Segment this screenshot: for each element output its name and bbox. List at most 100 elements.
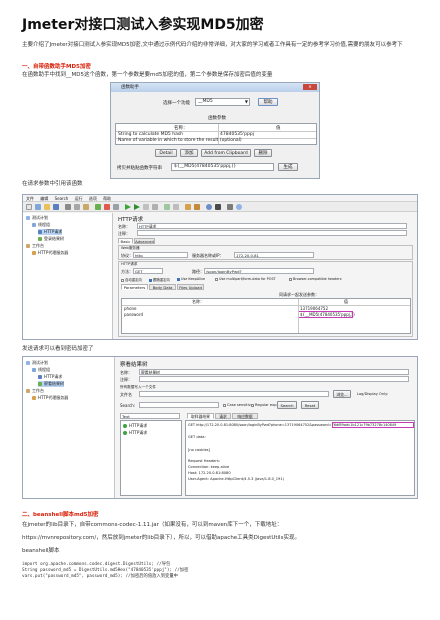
help-button[interactable]: 帮助 — [258, 98, 278, 106]
close-icon[interactable]: ✕ — [303, 84, 317, 90]
clear-all-icon[interactable] — [194, 204, 200, 210]
sample-item[interactable]: HTTP请求 — [123, 423, 147, 429]
reset-button[interactable]: Reset — [301, 401, 319, 409]
params-table: 名称： 值 phone 13719064752 password ${__MD5… — [121, 298, 411, 334]
remote-stop-icon[interactable] — [173, 204, 179, 210]
detail-line: User-Agent: Apache-HttpClient/4.5.3 (Jav… — [188, 477, 284, 481]
results-test-plan-tree: 测试计划 线程组 HTTP请求 察看结果树 工作台 HTTP代理服务器 — [23, 357, 115, 498]
tree-node-thread-group[interactable]: 线程组 — [32, 222, 50, 228]
help-icon[interactable] — [236, 204, 242, 210]
add-button[interactable]: 添加 — [180, 149, 198, 157]
toggle-icon[interactable] — [113, 204, 119, 210]
results-comment-input[interactable] — [139, 376, 409, 382]
option-multipart[interactable]: Use multipart/form-data for POST — [215, 277, 276, 281]
cut-icon[interactable] — [65, 204, 71, 210]
search-input[interactable] — [139, 402, 219, 408]
tab-body-data[interactable]: Body Data — [149, 284, 176, 290]
menu-options[interactable]: 选项 — [89, 196, 97, 201]
menu-search[interactable]: Search — [55, 196, 69, 201]
tree-node-proxy[interactable]: HTTP代理服务器 — [32, 250, 68, 256]
search-icon[interactable] — [206, 204, 212, 210]
after-shot1-text: 在请求参数中引用该函数 — [22, 181, 83, 187]
delete-button[interactable]: 删除 — [254, 149, 272, 157]
tab-basic[interactable]: Basic — [118, 238, 133, 244]
add-from-clipboard-button[interactable]: Add from Clipboard — [201, 149, 251, 157]
detail-button[interactable]: Detail — [155, 149, 177, 157]
param-row2-name[interactable]: password — [124, 312, 143, 317]
tab-advanced[interactable]: Advanced — [134, 238, 155, 244]
path-input[interactable]: /soon/loginByPwd? — [204, 268, 314, 274]
search-label: Search: — [120, 403, 136, 408]
start-no-pause-icon[interactable] — [134, 204, 140, 210]
tree-node-login-result[interactable]: 登录结果树 — [38, 236, 64, 242]
param-row1-name: String to calculate MD5 hash — [118, 132, 184, 137]
comment-input[interactable] — [137, 230, 407, 236]
tab-request[interactable]: 请求 — [215, 413, 231, 419]
menu-run[interactable]: 运行 — [75, 196, 83, 201]
remote-start-icon[interactable] — [164, 204, 170, 210]
menu-edit[interactable]: 编辑 — [40, 196, 48, 201]
browse-button[interactable]: 浏览... — [333, 390, 351, 398]
result-field[interactable]: ${__MD5(47840535'pppj,)} — [171, 163, 274, 171]
tree-node-workbench[interactable]: 工作台 — [26, 243, 44, 249]
option-browser-headers[interactable]: Browser-compatible headers — [289, 277, 341, 281]
detail-line: GET data: — [188, 435, 206, 439]
option-keepalive[interactable]: Use KeepAlive — [177, 277, 205, 281]
highlight-box — [298, 311, 353, 318]
new-icon[interactable] — [26, 204, 32, 210]
detail-line: Host: 172.20.0.81:8080 — [188, 471, 231, 475]
params-label: 函数参数 — [208, 116, 226, 121]
detail-line: Connection: keep-alive — [188, 465, 230, 469]
rtree-node-http-request[interactable]: HTTP请求 — [38, 374, 62, 380]
menu-file[interactable]: 文件 — [26, 196, 34, 201]
param-row1-name[interactable]: phone — [124, 306, 137, 311]
rtree-node-thread-group[interactable]: 线程组 — [32, 367, 50, 373]
name-input[interactable]: HTTP请求 — [137, 223, 407, 229]
http-request-group: HTTP请求 方法： GET 路径： /soon/loginByPwd? 自动重… — [118, 261, 413, 337]
rtree-node-workbench[interactable]: 工作台 — [26, 388, 44, 394]
function-select[interactable]: __MD5 ▼ — [195, 98, 250, 106]
server-input[interactable]: 172.20.0.81 — [234, 252, 314, 258]
stop-icon[interactable] — [143, 204, 149, 210]
option-follow-redirects[interactable]: 跟随重定向 — [149, 277, 170, 282]
rtree-node-proxy[interactable]: HTTP代理服务器 — [32, 395, 68, 401]
toolbar — [23, 202, 417, 212]
regex-checkbox[interactable]: Regular exp. — [251, 403, 278, 407]
search-button[interactable]: Search — [277, 401, 297, 409]
save-icon[interactable] — [53, 204, 59, 210]
option-redirect-auto[interactable]: 自动重定向 — [121, 277, 142, 282]
shutdown-icon[interactable] — [152, 204, 158, 210]
start-icon[interactable] — [125, 204, 131, 210]
tab-files-upload[interactable]: Files Upload — [177, 284, 204, 290]
rtree-node-test-plan[interactable]: 测试计划 — [26, 360, 48, 366]
sample-item[interactable]: HTTP请求 — [123, 430, 147, 436]
rtree-node-view-results[interactable]: 察看结果树 — [38, 381, 64, 387]
template-icon[interactable] — [35, 204, 41, 210]
request-detail: GET http://172.20.0.81:8080/soon/loginBy… — [185, 420, 415, 496]
method-select[interactable]: GET — [133, 268, 163, 274]
tab-parameters[interactable]: Parameters — [121, 284, 148, 290]
clear-icon[interactable] — [185, 204, 191, 210]
param-row2-name: Name of variable in which to store the r… — [118, 138, 242, 143]
log-label: Log/Display Only: — [357, 392, 389, 396]
sample-list: HTTP请求 HTTP请求 — [120, 420, 182, 496]
param-row1-value[interactable]: 47840535'pppj — [220, 132, 254, 137]
collapse-icon[interactable] — [104, 204, 110, 210]
reset-search-icon[interactable] — [215, 204, 221, 210]
menu-help[interactable]: 帮助 — [103, 196, 111, 201]
copy-icon[interactable] — [74, 204, 80, 210]
tree-node-http-request[interactable]: HTTP请求 — [38, 229, 63, 235]
expand-icon[interactable] — [95, 204, 101, 210]
results-name-input[interactable]: 察看结果树 — [139, 369, 409, 375]
tree-node-test-plan[interactable]: 测试计划 — [26, 215, 48, 221]
protocol-input[interactable]: http — [133, 252, 188, 258]
tab-sampler-result[interactable]: 取样器结果 — [187, 413, 214, 419]
generate-button[interactable]: 生成 — [278, 163, 298, 171]
case-sensitive-checkbox[interactable]: Case sensitive — [223, 403, 253, 407]
file-input[interactable] — [139, 391, 329, 397]
renderer-select[interactable]: Text — [120, 413, 180, 419]
tab-response-data[interactable]: 响应数据 — [232, 413, 258, 419]
function-helper-icon[interactable] — [227, 204, 233, 210]
paste-icon[interactable] — [83, 204, 89, 210]
open-icon[interactable] — [44, 204, 50, 210]
